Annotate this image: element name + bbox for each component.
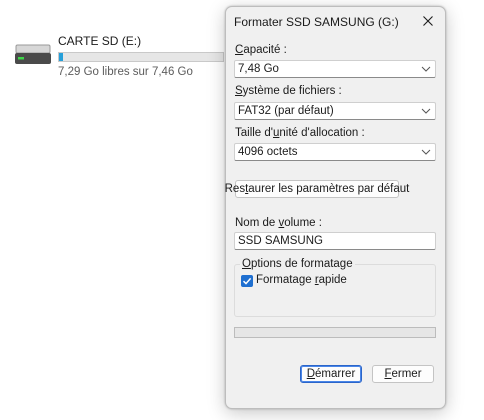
volume-name-input[interactable]: SSD SAMSUNG bbox=[234, 232, 436, 250]
chevron-down-icon bbox=[421, 66, 431, 72]
drive-free-space: 7,29 Go libres sur 7,46 Go bbox=[58, 66, 193, 78]
capacity-dropdown[interactable]: 7,48 Go bbox=[234, 60, 436, 78]
format-dialog: Formater SSD SAMSUNG (G:) Capacité : 7,4… bbox=[225, 6, 446, 409]
capacity-label: Capacité : bbox=[235, 44, 287, 56]
format-options-group bbox=[234, 264, 436, 317]
filesystem-label: Système de fichiers : bbox=[235, 85, 342, 97]
chevron-down-icon bbox=[421, 149, 431, 155]
filesystem-dropdown[interactable]: FAT32 (par défaut) bbox=[234, 102, 436, 120]
chevron-down-icon bbox=[421, 108, 431, 114]
dialog-title: Formater SSD SAMSUNG (G:) bbox=[234, 15, 399, 29]
drive-item-carte-sd[interactable]: CARTE SD (E:) 7,29 Go libres sur 7,46 Go bbox=[14, 32, 224, 78]
volume-name-value: SSD SAMSUNG bbox=[238, 235, 323, 247]
dialog-titlebar[interactable]: Formater SSD SAMSUNG (G:) bbox=[226, 7, 445, 33]
quick-format-checkbox[interactable] bbox=[241, 275, 253, 287]
filesystem-value: FAT32 (par défaut) bbox=[238, 105, 334, 117]
allocation-value: 4096 octets bbox=[238, 146, 298, 158]
format-progress-bar bbox=[234, 327, 436, 338]
close-button[interactable]: Fermer bbox=[372, 365, 434, 383]
drive-usage-bar bbox=[58, 52, 224, 62]
start-button[interactable]: Démarrer bbox=[300, 365, 362, 383]
quick-format-label[interactable]: Formatage rapide bbox=[256, 274, 347, 286]
drive-usage-fill bbox=[59, 53, 63, 61]
drive-icon bbox=[14, 42, 54, 68]
allocation-dropdown[interactable]: 4096 octets bbox=[234, 143, 436, 161]
allocation-label: Taille d'unité d'allocation : bbox=[235, 127, 365, 139]
volume-name-label: Nom de volume : bbox=[235, 217, 322, 229]
checkmark-icon bbox=[242, 277, 252, 285]
restore-defaults-button[interactable]: Res t aurer les paramètres par défaut bbox=[225, 180, 409, 198]
close-icon[interactable] bbox=[417, 11, 439, 31]
capacity-value: 7,48 Go bbox=[238, 63, 279, 75]
format-options-title: Options de formatage bbox=[240, 258, 355, 270]
drive-name: CARTE SD (E:) bbox=[58, 34, 142, 48]
